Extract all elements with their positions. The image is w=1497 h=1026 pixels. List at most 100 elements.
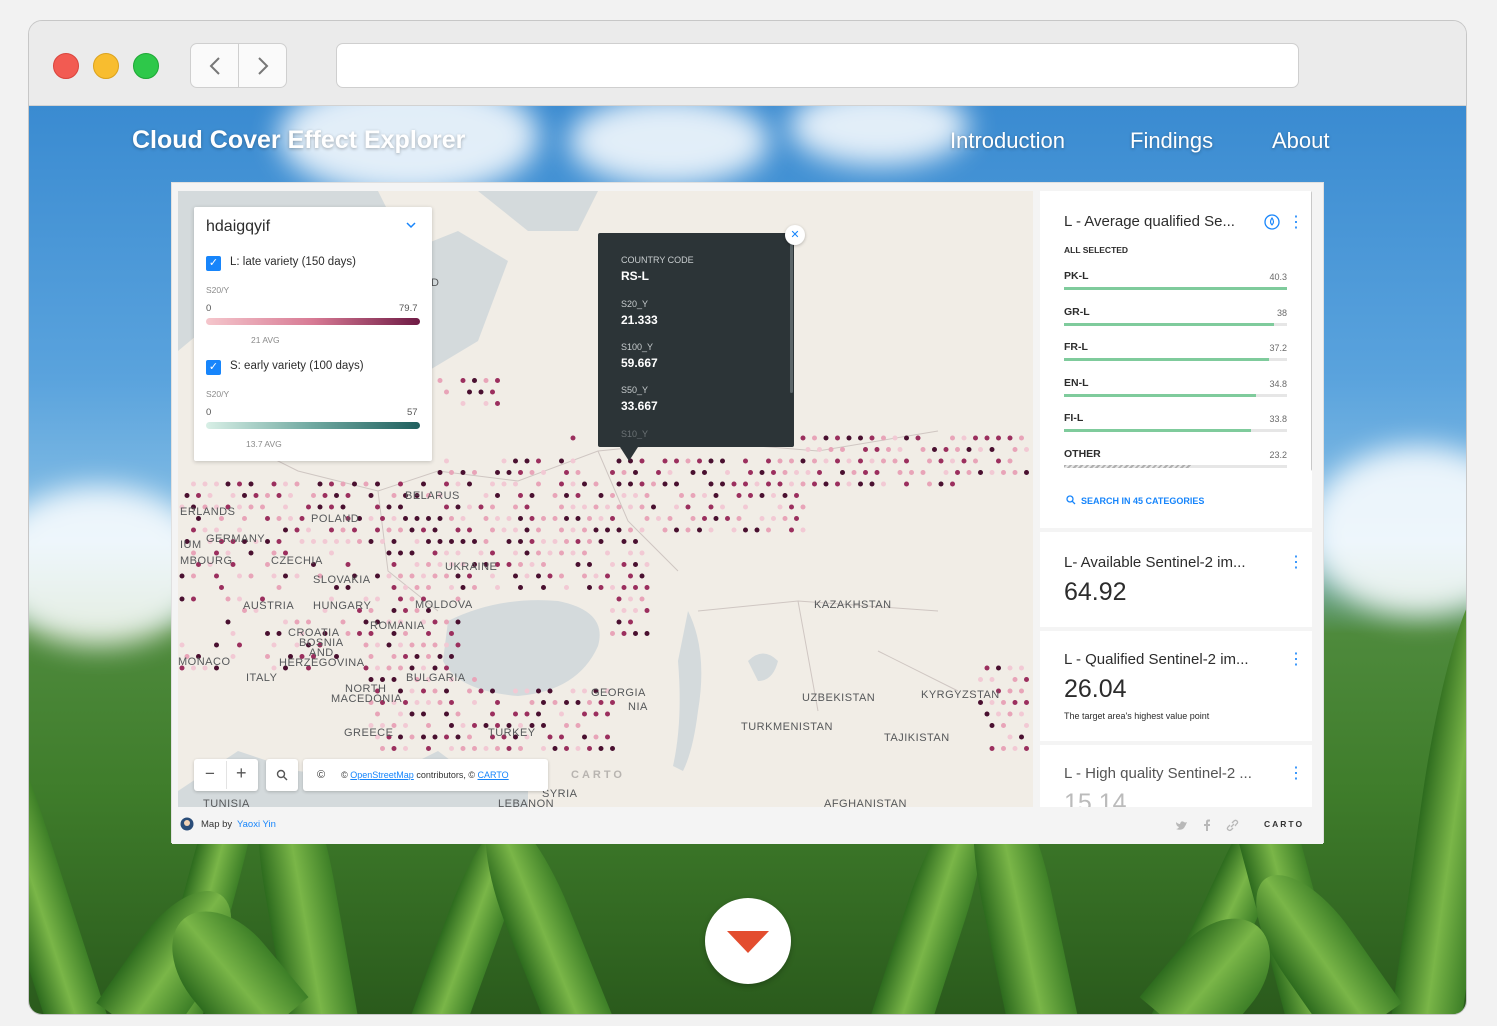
data-point[interactable]	[495, 470, 500, 475]
data-point[interactable]	[748, 493, 753, 498]
data-point[interactable]	[375, 596, 380, 602]
data-point[interactable]	[1007, 688, 1013, 694]
data-point[interactable]	[311, 539, 316, 544]
data-point[interactable]	[478, 688, 484, 694]
data-point[interactable]	[306, 504, 311, 510]
data-point[interactable]	[513, 550, 518, 556]
data-point[interactable]	[840, 470, 845, 475]
data-point[interactable]	[490, 711, 495, 717]
data-point[interactable]	[524, 711, 530, 717]
facebook-icon[interactable]	[1203, 819, 1211, 831]
data-point[interactable]	[518, 585, 523, 590]
data-point[interactable]	[564, 723, 569, 728]
data-point[interactable]	[283, 504, 288, 510]
data-point[interactable]	[932, 447, 937, 452]
data-point[interactable]	[513, 573, 518, 579]
data-point[interactable]	[437, 562, 443, 567]
data-point[interactable]	[403, 654, 408, 659]
data-point[interactable]	[276, 631, 282, 636]
data-point[interactable]	[398, 527, 403, 533]
nav-findings[interactable]: Findings	[1130, 128, 1213, 154]
data-point[interactable]	[610, 470, 615, 475]
data-point[interactable]	[483, 378, 489, 383]
data-point[interactable]	[248, 550, 254, 556]
data-point[interactable]	[621, 631, 627, 636]
data-point[interactable]	[495, 746, 500, 751]
data-point[interactable]	[437, 539, 443, 544]
data-point[interactable]	[863, 470, 868, 475]
data-point[interactable]	[386, 642, 392, 648]
data-point[interactable]	[513, 527, 518, 533]
data-point[interactable]	[559, 481, 564, 487]
category-bar[interactable]	[1064, 429, 1252, 432]
data-point[interactable]	[529, 539, 535, 544]
data-point[interactable]	[593, 481, 599, 487]
data-point[interactable]	[610, 562, 615, 567]
data-point[interactable]	[690, 470, 696, 475]
data-point[interactable]	[490, 573, 495, 579]
data-point[interactable]	[605, 734, 610, 740]
data-point[interactable]	[340, 619, 346, 625]
data-point[interactable]	[1012, 447, 1018, 452]
data-point[interactable]	[380, 677, 385, 682]
data-point[interactable]	[529, 516, 535, 521]
zoom-out-button[interactable]: −	[205, 764, 215, 784]
data-point[interactable]	[1012, 677, 1018, 682]
data-point[interactable]	[628, 550, 633, 556]
data-point[interactable]	[541, 746, 546, 751]
data-point[interactable]	[276, 493, 282, 498]
data-point[interactable]	[311, 493, 316, 498]
data-point[interactable]	[743, 527, 748, 533]
data-point[interactable]	[449, 470, 454, 475]
data-point[interactable]	[639, 527, 645, 533]
data-point[interactable]	[444, 389, 449, 395]
data-point[interactable]	[564, 746, 569, 751]
data-point[interactable]	[559, 527, 564, 533]
data-point[interactable]	[616, 504, 622, 510]
data-point[interactable]	[483, 401, 489, 406]
data-point[interactable]	[628, 573, 633, 579]
data-point[interactable]	[800, 527, 806, 533]
data-point[interactable]	[789, 527, 794, 533]
data-point[interactable]	[920, 470, 926, 475]
data-point[interactable]	[1012, 746, 1018, 751]
data-point[interactable]	[391, 493, 397, 498]
data-point[interactable]	[352, 527, 357, 533]
data-point[interactable]	[409, 642, 415, 648]
data-point[interactable]	[490, 550, 495, 556]
data-point[interactable]	[662, 481, 668, 487]
data-point[interactable]	[996, 435, 1001, 441]
data-point[interactable]	[253, 493, 259, 498]
data-point[interactable]	[846, 435, 852, 441]
data-point[interactable]	[368, 516, 374, 521]
data-point[interactable]	[299, 516, 305, 521]
data-point[interactable]	[1019, 665, 1024, 671]
data-point[interactable]	[996, 711, 1001, 717]
data-point[interactable]	[398, 711, 403, 717]
data-point[interactable]	[426, 539, 431, 544]
data-point[interactable]	[725, 516, 730, 521]
data-point[interactable]	[789, 481, 794, 487]
data-point[interactable]	[633, 470, 638, 475]
data-point[interactable]	[720, 458, 725, 464]
data-point[interactable]	[616, 481, 622, 487]
data-point[interactable]	[536, 573, 541, 579]
minimize-window-button[interactable]	[93, 53, 119, 79]
data-point[interactable]	[587, 746, 592, 751]
data-point[interactable]	[961, 435, 967, 441]
data-point[interactable]	[656, 470, 661, 475]
data-point[interactable]	[541, 585, 546, 590]
data-point[interactable]	[237, 481, 242, 487]
data-point[interactable]	[444, 688, 449, 694]
data-point[interactable]	[720, 481, 725, 487]
data-point[interactable]	[380, 539, 385, 544]
data-point[interactable]	[455, 573, 461, 579]
data-point[interactable]	[345, 631, 351, 636]
data-point[interactable]	[771, 470, 776, 475]
data-point[interactable]	[639, 458, 645, 464]
data-point[interactable]	[552, 493, 558, 498]
data-point[interactable]	[702, 493, 707, 498]
data-point[interactable]	[513, 458, 518, 464]
data-point[interactable]	[490, 688, 495, 694]
data-point[interactable]	[317, 504, 323, 510]
